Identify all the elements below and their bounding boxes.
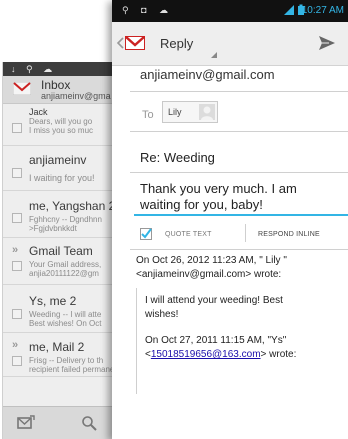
message-sender: Gmail Team (29, 244, 93, 258)
email-link[interactable]: 15018519656@163.com (151, 349, 261, 360)
compose-icon[interactable] (17, 415, 35, 431)
message-checkbox[interactable] (12, 261, 22, 271)
dropdown-corner-icon (211, 52, 217, 58)
quoted-line: On Oct 27, 2011 11:15 AM, "Ys" (145, 335, 287, 346)
body-field[interactable]: Thank you very much. I am waiting for yo… (140, 181, 345, 213)
message-snippet: I waiting for you! (29, 173, 95, 183)
notification-icons: ⚲ ◘ ☁ (122, 5, 174, 15)
divider (130, 131, 348, 132)
message-snippet: >Fgjdvbnkkdt (29, 224, 77, 233)
subject-field[interactable]: Re: Weeding (140, 150, 215, 165)
send-button[interactable] (318, 34, 336, 52)
message-snippet: anjia20111122@gm (29, 269, 99, 278)
quote-text-checkbox[interactable] (140, 228, 152, 240)
message-checkbox[interactable] (12, 168, 22, 178)
inbox-account: anjiameinv@gma (41, 91, 111, 101)
gmail-logo-icon[interactable] (125, 36, 145, 50)
importance-marker-icon: » (12, 244, 19, 256)
message-checkbox[interactable] (12, 213, 22, 223)
quoted-line: I will attend your weeding! Best (145, 295, 283, 306)
message-snippet: Your Gmail address, (29, 260, 102, 269)
divider (130, 172, 348, 173)
divider (130, 249, 348, 250)
body-line: waiting for you, baby! (140, 197, 263, 212)
message-snippet: I miss you so muc (29, 126, 94, 135)
back-chevron-icon[interactable] (116, 37, 124, 49)
message-snippet: Frisg -- Delivery to th (29, 356, 104, 365)
status-time: 10:27 AM (301, 5, 344, 16)
message-snippet: Dears, will you go (29, 117, 93, 126)
action-bar: Reply (112, 22, 348, 66)
message-snippet: Fghhcny -- Dgndhnn (29, 215, 102, 224)
respond-inline-button[interactable]: RESPOND INLINE (258, 231, 320, 238)
message-sender: me, Mail 2 (29, 340, 85, 354)
message-sender: Ys, me 2 (29, 294, 77, 308)
quoted-wrote: > wrote: (260, 349, 297, 360)
inbox-title: Inbox (41, 78, 71, 92)
quoted-line: <15018519656@163.com> wrote: (145, 348, 296, 362)
body-focus-underline (134, 214, 348, 216)
reply-screen: ⚲ ◘ ☁ 10:27 AM Reply anjiameinv@gmail.co… (112, 0, 348, 439)
quoted-header-line: <anjiameinv@gmail.com> wrote: (136, 269, 282, 280)
action-title[interactable]: Reply (160, 36, 193, 51)
message-snippet: Best wishes! On Oct (29, 319, 102, 328)
avatar (199, 104, 215, 120)
quoted-line: wishes! (145, 309, 179, 320)
to-label: To (142, 109, 154, 121)
quoted-header-line: On Oct 26, 2012 11:23 AM, " Lily " (136, 255, 287, 266)
recipient-name: Lily (168, 107, 182, 117)
recipient-chip[interactable]: Lily (162, 101, 218, 123)
status-bar: ⚲ ◘ ☁ 10:27 AM (112, 0, 348, 22)
message-checkbox[interactable] (12, 123, 22, 133)
message-checkbox[interactable] (12, 309, 22, 319)
divider (245, 224, 246, 242)
message-sender: anjiameinv (29, 153, 87, 167)
search-icon[interactable] (81, 415, 97, 431)
quote-text-label[interactable]: QUOTE TEXT (165, 231, 212, 238)
message-checkbox[interactable] (12, 356, 22, 366)
message-snippet: Weeding -- I will atte (29, 310, 102, 319)
divider (130, 91, 348, 92)
person-icon (201, 106, 213, 120)
message-sender: Jack (29, 107, 48, 117)
message-sender: me, Yangshan 2 (29, 199, 116, 213)
quoted-message: I will attend your weeding! Best wishes!… (136, 288, 348, 394)
gmail-logo-icon (13, 82, 31, 95)
importance-marker-icon: » (12, 339, 19, 351)
from-account[interactable]: anjiameinv@gmail.com (140, 67, 275, 82)
body-line: Thank you very much. I am (140, 181, 297, 196)
